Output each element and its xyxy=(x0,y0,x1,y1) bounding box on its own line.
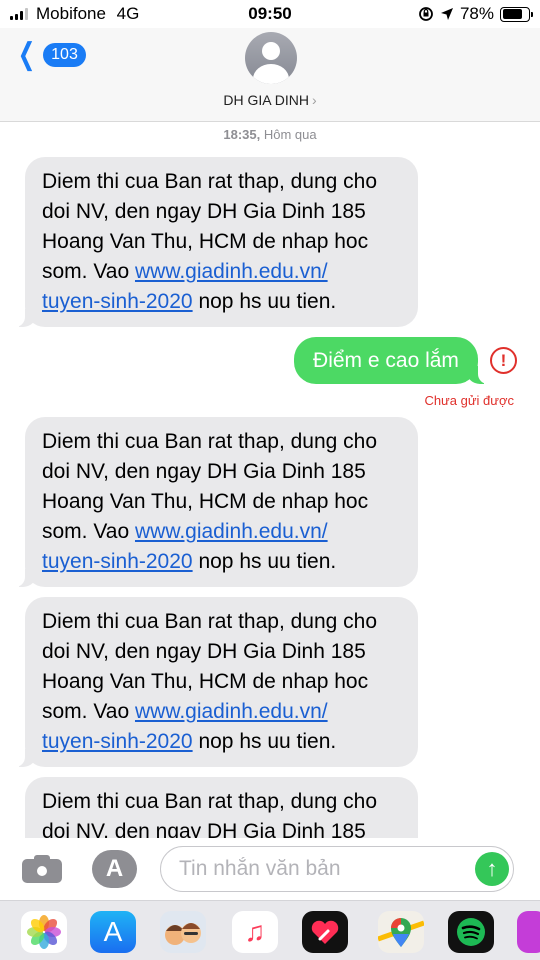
person-body-shape xyxy=(253,64,289,84)
memoji-faces-shape xyxy=(165,923,201,945)
chevron-left-icon: ❮ xyxy=(17,38,36,71)
music-icon[interactable]: ♫ xyxy=(232,911,278,953)
map-pin-shape xyxy=(378,918,424,947)
message-link[interactable]: tuyen-sinh-2020 xyxy=(42,550,193,573)
message-line: Diem thi cua Ban rat thap, dung cho xyxy=(42,170,378,193)
unread-count-badge: 103 xyxy=(43,43,86,67)
message-line: Hoang Van Thu, HCM de nhap hoc xyxy=(42,670,369,693)
chevron-right-icon: › xyxy=(311,92,317,108)
spotify-logo-shape xyxy=(457,918,485,946)
message-line: tuyen-sinh-2020 nop hs uu tien. xyxy=(42,727,400,757)
incoming-message-bubble[interactable]: Diem thi cua Ban rat thap, dung cho doi … xyxy=(13,417,418,587)
message-line: tuyen-sinh-2020 nop hs uu tien. xyxy=(42,287,400,317)
not-delivered-label: Chưa gửi được xyxy=(424,393,514,408)
photos-icon[interactable] xyxy=(21,911,67,953)
message-text: nop hs uu tien. xyxy=(192,730,337,753)
incoming-message-bubble[interactable]: Diem thi cua Ban rat thap, dung cho doi … xyxy=(13,157,418,327)
message-line: som. Vao www.giadinh.edu.vn/ xyxy=(42,517,400,547)
message-input[interactable] xyxy=(179,847,469,891)
battery-percent: 78% xyxy=(459,4,494,23)
incoming-message-bubble[interactable]: Diem thi cua Ban rat thap, dung cho doi … xyxy=(13,597,418,767)
message-line: doi NV, den ngay DH Gia Dinh 185 xyxy=(42,200,366,223)
battery-icon xyxy=(500,6,533,22)
message-line: Diem thi cua Ban rat thap, dung cho xyxy=(42,430,378,453)
message-line: som. Vao www.giadinh.edu.vn/ xyxy=(42,697,400,727)
message-line: som. Vao www.giadinh.edu.vn/ xyxy=(42,257,400,287)
digital-touch-icon[interactable] xyxy=(302,911,348,953)
contact-name: DH GIA DINH xyxy=(223,92,309,108)
more-app-icon[interactable] xyxy=(517,911,540,953)
battery-level xyxy=(502,9,522,19)
message-link[interactable]: www.giadinh.edu.vn/ xyxy=(135,260,328,283)
message-text-field[interactable]: ↑ xyxy=(160,846,514,892)
message-link[interactable]: www.giadinh.edu.vn/ xyxy=(135,520,328,543)
message-link[interactable]: www.giadinh.edu.vn/ xyxy=(135,700,328,723)
message-text: nop hs uu tien. xyxy=(192,290,337,313)
message-line: Diem thi cua Ban rat thap, dung cho xyxy=(42,790,378,813)
app-store-icon[interactable]: A xyxy=(92,850,137,888)
message-text: nop hs uu tien. xyxy=(192,550,337,573)
outgoing-message-bubble[interactable]: Điểm e cao lắm xyxy=(294,337,490,384)
maps-icon[interactable] xyxy=(378,911,424,953)
message-line: tuyen-sinh-2020 nop hs uu tien. xyxy=(42,547,400,577)
timestamp-time: 18:35, xyxy=(223,127,261,142)
contact-name-button[interactable]: DH GIA DINH › xyxy=(0,92,540,108)
contact-avatar[interactable] xyxy=(245,32,297,84)
message-line: Hoang Van Thu, HCM de nhap hoc xyxy=(42,490,369,513)
exclamation-circle-icon[interactable]: ! xyxy=(490,347,517,374)
back-button[interactable]: ❮ 103 xyxy=(14,40,86,70)
photos-flower-shape xyxy=(27,915,61,949)
message-text: som. Vao xyxy=(42,700,135,723)
camera-lens-shape xyxy=(35,864,49,878)
message-line: Hoang Van Thu, HCM de nhap hoc xyxy=(42,230,369,253)
imessage-app-drawer: A ♫ xyxy=(0,900,540,960)
heart-hand-shape xyxy=(311,920,339,944)
message-timestamp: 18:35, Hôm qua xyxy=(0,127,540,142)
person-head-shape xyxy=(262,42,280,60)
conversation-header: ❮ 103 DH GIA DINH › xyxy=(0,28,540,122)
app-store-icon[interactable]: A xyxy=(90,911,136,953)
message-line: doi NV, den ngay DH Gia Dinh 185 xyxy=(42,640,366,663)
message-link[interactable]: tuyen-sinh-2020 xyxy=(42,290,193,313)
status-indicators: 78% xyxy=(418,4,533,24)
message-text: som. Vao xyxy=(42,260,135,283)
message-line: doi NV, den ngay DH Gia Dinh 185 xyxy=(42,460,366,483)
status-bar: Mobifone 4G 09:50 78% xyxy=(0,0,540,28)
message-line: Diem thi cua Ban rat thap, dung cho xyxy=(42,610,378,633)
arrow-up-icon[interactable]: ↑ xyxy=(475,852,509,886)
camera-icon[interactable] xyxy=(22,853,62,883)
timestamp-day: Hôm qua xyxy=(263,127,317,142)
message-link[interactable]: tuyen-sinh-2020 xyxy=(42,730,193,753)
orientation-lock-icon xyxy=(419,7,433,21)
location-arrow-icon xyxy=(440,8,453,20)
memoji-icon[interactable] xyxy=(160,911,206,953)
message-input-bar: A ↑ xyxy=(0,838,540,900)
spotify-icon[interactable] xyxy=(448,911,494,953)
message-text: som. Vao xyxy=(42,520,135,543)
